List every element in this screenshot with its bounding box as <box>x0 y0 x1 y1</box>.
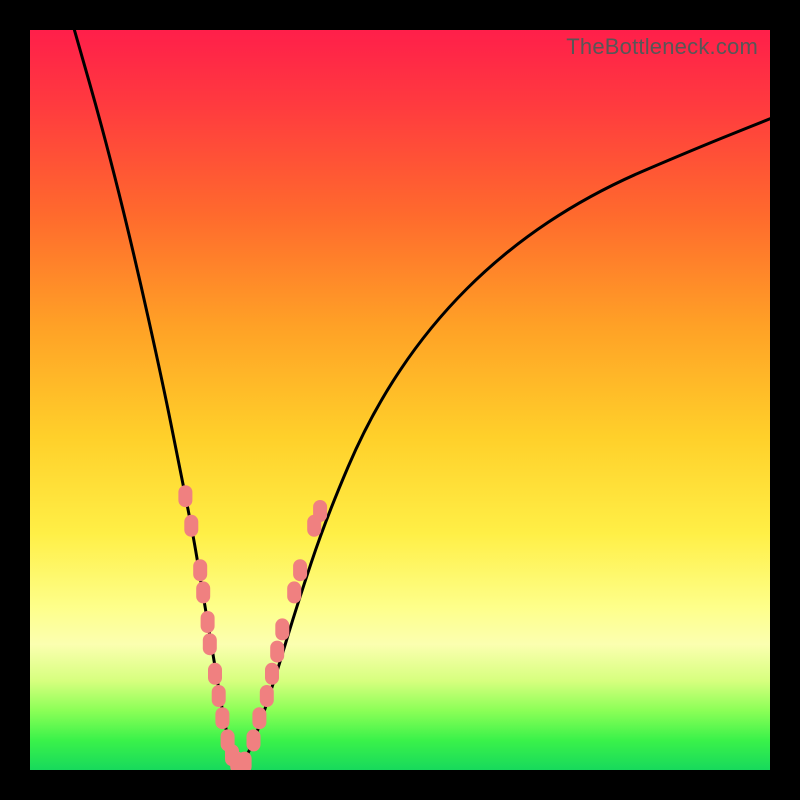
data-point <box>287 581 301 603</box>
data-point <box>203 633 217 655</box>
data-point <box>252 707 266 729</box>
data-point <box>184 515 198 537</box>
data-point <box>208 663 222 685</box>
data-point <box>212 685 226 707</box>
right-branch-path <box>237 119 770 770</box>
chart-svg <box>30 30 770 770</box>
data-point <box>247 729 261 751</box>
plot-area: TheBottleneck.com <box>30 30 770 770</box>
curve-layer <box>74 30 770 770</box>
data-point <box>215 707 229 729</box>
data-point <box>238 752 252 770</box>
data-point <box>275 618 289 640</box>
data-point <box>293 559 307 581</box>
data-point <box>270 641 284 663</box>
left-branch-path <box>74 30 237 770</box>
data-point <box>265 663 279 685</box>
data-point <box>193 559 207 581</box>
data-point <box>178 485 192 507</box>
data-point <box>201 611 215 633</box>
data-point <box>313 500 327 522</box>
data-point <box>260 685 274 707</box>
marker-layer <box>178 485 327 770</box>
chart-frame: TheBottleneck.com <box>0 0 800 800</box>
data-point <box>196 581 210 603</box>
